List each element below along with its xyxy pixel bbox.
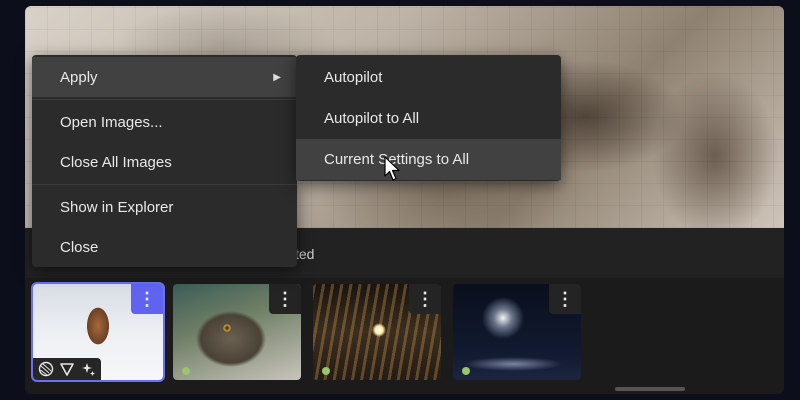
menu-divider (32, 99, 297, 100)
context-menu: Apply ▶ Open Images... Close All Images … (32, 55, 297, 267)
menu-item-label: Autopilot (324, 69, 383, 86)
status-dot (462, 367, 470, 375)
status-dot (322, 367, 330, 375)
menu-item-close[interactable]: Close (32, 227, 297, 267)
submenu-item-current-settings-to-all[interactable]: Current Settings to All (296, 139, 561, 180)
menu-item-apply[interactable]: Apply ▶ (32, 57, 297, 97)
menu-item-show-in-explorer[interactable]: Show in Explorer (32, 187, 297, 227)
thumbnail-fireworks[interactable]: ⋮ (453, 284, 581, 380)
sparkle-icon (81, 363, 95, 376)
menu-item-label: Close All Images (60, 153, 172, 171)
submenu-item-autopilot[interactable]: Autopilot (296, 57, 561, 98)
menu-item-label: Show in Explorer (60, 198, 174, 216)
thumbnail-owl[interactable]: ⋮ (173, 284, 301, 380)
status-dot (182, 367, 190, 375)
thumbnail-badges (33, 358, 101, 380)
mouse-cursor-icon (384, 156, 400, 181)
menu-item-label: Open Images... (60, 113, 163, 131)
menu-item-label: Autopilot to All (324, 110, 420, 127)
menu-divider (32, 184, 297, 185)
thumbnail-more-button[interactable]: ⋮ (131, 284, 163, 314)
submenu-item-autopilot-to-all[interactable]: Autopilot to All (296, 98, 561, 139)
thumbnail-more-button[interactable]: ⋮ (409, 284, 441, 314)
filmstrip: ⋮ ⋮ ⋮ ⋮ (25, 278, 784, 394)
menu-item-open-images[interactable]: Open Images... (32, 102, 297, 142)
thumbnail-building[interactable]: ⋮ (313, 284, 441, 380)
apply-submenu: Autopilot Autopilot to All Current Setti… (296, 55, 561, 181)
thumbnail-tiger[interactable]: ⋮ (31, 282, 165, 382)
status-text: ted (295, 246, 315, 262)
thumbnail-more-button[interactable]: ⋮ (269, 284, 301, 314)
menu-item-label: Apply (60, 68, 98, 86)
menu-item-close-all-images[interactable]: Close All Images (32, 142, 297, 182)
thumbnail-more-button[interactable]: ⋮ (549, 284, 581, 314)
filter-icon (60, 363, 74, 376)
submenu-arrow-icon: ▶ (273, 71, 281, 83)
menu-item-label: Close (60, 238, 99, 256)
filmstrip-scrollbar[interactable] (615, 387, 685, 391)
aperture-icon (39, 361, 54, 377)
